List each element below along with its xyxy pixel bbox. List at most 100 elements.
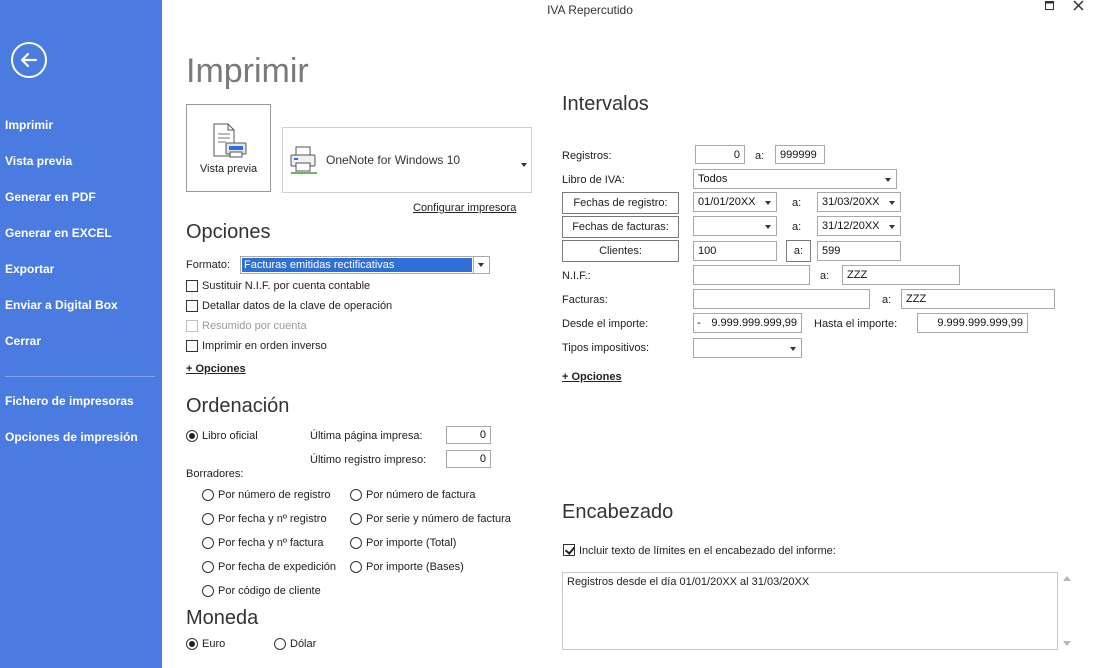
printer-selector[interactable]: OneNote for Windows 10 [282,127,532,193]
radio-codigo-cliente[interactable] [202,585,214,597]
registros-from-input[interactable]: 0 [695,145,745,164]
radio-fecha-registro[interactable] [202,513,214,525]
chevron-down-icon [785,339,801,357]
libro-iva-select[interactable]: Todos [693,169,897,189]
close-icon[interactable] [1073,0,1084,14]
encabezado-textarea[interactable]: Registros desde el día 01/01/20XX al 31/… [562,572,1058,650]
opciones-more-link[interactable]: + Opciones [186,363,246,375]
vista-previa-button[interactable]: Vista previa [186,104,271,192]
fechas-facturas-from-select[interactable] [693,216,777,236]
formato-value: Facturas emitidas rectificativas [242,258,472,272]
clientes-button[interactable]: Clientes: [562,240,679,262]
sidebar-item-digital-box[interactable]: Enviar a Digital Box [5,298,118,312]
nif-label: N.I.F.: [562,270,591,282]
nif-to-input[interactable]: ZZZ [842,265,960,285]
sidebar-item-opciones-impresion[interactable]: Opciones de impresión [5,430,138,444]
libro-oficial-label: Libro oficial [202,430,258,442]
tipos-impositivos-select[interactable] [693,338,802,358]
back-arrow-icon[interactable] [11,42,47,78]
ultima-pagina-input[interactable]: 0 [446,426,491,444]
orden-inverso-checkbox[interactable] [186,340,198,352]
a-label: a: [882,294,892,306]
radio-importe-total[interactable] [350,537,362,549]
desde-importe-sign: - [697,317,701,329]
chevron-down-icon [884,217,900,235]
fechas-registro-to-select[interactable]: 31/03/20XX [817,192,901,212]
radio-fecha-expedicion[interactable] [202,561,214,573]
moneda-heading: Moneda [186,607,259,629]
chevron-down-icon [880,170,896,188]
fechas-registro-button[interactable]: Fechas de registro: [562,192,679,214]
euro-radio[interactable] [186,638,198,650]
incluir-limites-checkbox[interactable] [563,544,575,556]
desde-importe-value: 9.999.999.999,99 [711,317,797,329]
nif-from-input[interactable] [693,265,810,285]
chevron-down-icon[interactable] [473,257,489,273]
clientes-a-button[interactable]: a: [786,240,811,262]
sidebar-item-cerrar[interactable]: Cerrar [5,334,41,348]
printer-icon [290,146,317,174]
resumido-cuenta-label: Resumido por cuenta [202,320,307,332]
a-label: a: [820,270,830,282]
chevron-down-icon [760,193,776,211]
fechas-facturas-button[interactable]: Fechas de facturas: [562,216,679,238]
desde-importe-input[interactable]: - 9.999.999.999,99 [693,313,802,333]
detallar-clave-checkbox[interactable] [186,300,198,312]
radio-serie-factura[interactable] [350,513,362,525]
printer-name: OneNote for Windows 10 [326,153,461,167]
orden-inverso-label: Imprimir en orden inverso [202,340,327,352]
dolar-radio[interactable] [274,638,286,650]
sidebar-item-fichero-impresoras[interactable]: Fichero de impresoras [5,394,134,408]
ordenacion-heading: Ordenación [186,395,290,417]
euro-label: Euro [202,638,226,650]
sustituir-nif-label: Sustituir N.I.F. por cuenta contable [202,280,371,292]
scroll-up-icon[interactable] [1063,576,1071,581]
ultimo-registro-input[interactable]: 0 [446,450,491,468]
radio-importe-bases[interactable] [350,561,362,573]
window-title: IVA Repercutido [547,3,633,17]
label-codigo-cliente: Por código de cliente [218,585,321,597]
facturas-from-input[interactable] [693,289,870,309]
fechas-registro-from-select[interactable]: 01/01/20XX [693,192,777,212]
incluir-limites-label: Incluir texto de límites en el encabezad… [579,545,836,557]
fechas-facturas-to-select[interactable]: 31/12/20XX [817,216,901,236]
formato-select[interactable]: Facturas emitidas rectificativas [240,256,490,274]
ultima-pagina-label: Última página impresa: [310,430,423,442]
sustituir-nif-checkbox[interactable] [186,280,198,292]
encabezado-scrollbar[interactable] [1060,572,1074,650]
configurar-impresora-link[interactable]: Configurar impresora [413,202,516,214]
dolar-label: Dólar [290,638,317,650]
a-label: a: [792,221,802,233]
sidebar-item-generar-excel[interactable]: Generar en EXCEL [5,226,112,240]
label-fecha-factura: Por fecha y nº factura [218,537,324,549]
resumido-cuenta-checkbox [186,320,198,332]
radio-fecha-factura[interactable] [202,537,214,549]
libro-iva-label: Libro de IVA: [562,174,625,186]
fechas-facturas-to-value: 31/12/20XX [822,220,880,232]
sidebar-item-exportar[interactable]: Exportar [5,262,54,276]
facturas-label: Facturas: [562,294,608,306]
registros-label: Registros: [562,150,612,162]
label-fecha-expedicion: Por fecha de expedición [218,561,337,573]
radio-numero-factura[interactable] [350,489,362,501]
intervalos-more-link[interactable]: + Opciones [562,371,622,383]
facturas-to-input[interactable]: ZZZ [901,289,1055,309]
label-importe-bases: Por importe (Bases) [366,561,464,573]
libro-oficial-radio[interactable] [186,430,198,442]
sidebar-item-imprimir[interactable]: Imprimir [5,118,53,132]
hasta-importe-input[interactable]: 9.999.999.999,99 [917,313,1028,333]
chevron-down-icon [760,217,776,235]
borradores-label: Borradores: [186,468,244,480]
radio-numero-registro[interactable] [202,489,214,501]
libro-iva-value: Todos [698,173,728,185]
sidebar-item-generar-pdf[interactable]: Generar en PDF [5,190,96,204]
label-fecha-registro: Por fecha y nº registro [218,513,327,525]
registros-to-input[interactable]: 999999 [775,145,825,164]
sidebar-item-vista-previa[interactable]: Vista previa [5,154,72,168]
clientes-from-input[interactable]: 100 [693,241,777,261]
scroll-down-icon[interactable] [1063,641,1071,646]
desde-importe-label: Desde el importe: [562,318,649,330]
clientes-to-input[interactable]: 599 [817,241,901,261]
a-label: a: [792,197,802,209]
maximize-icon[interactable] [1045,1,1055,14]
